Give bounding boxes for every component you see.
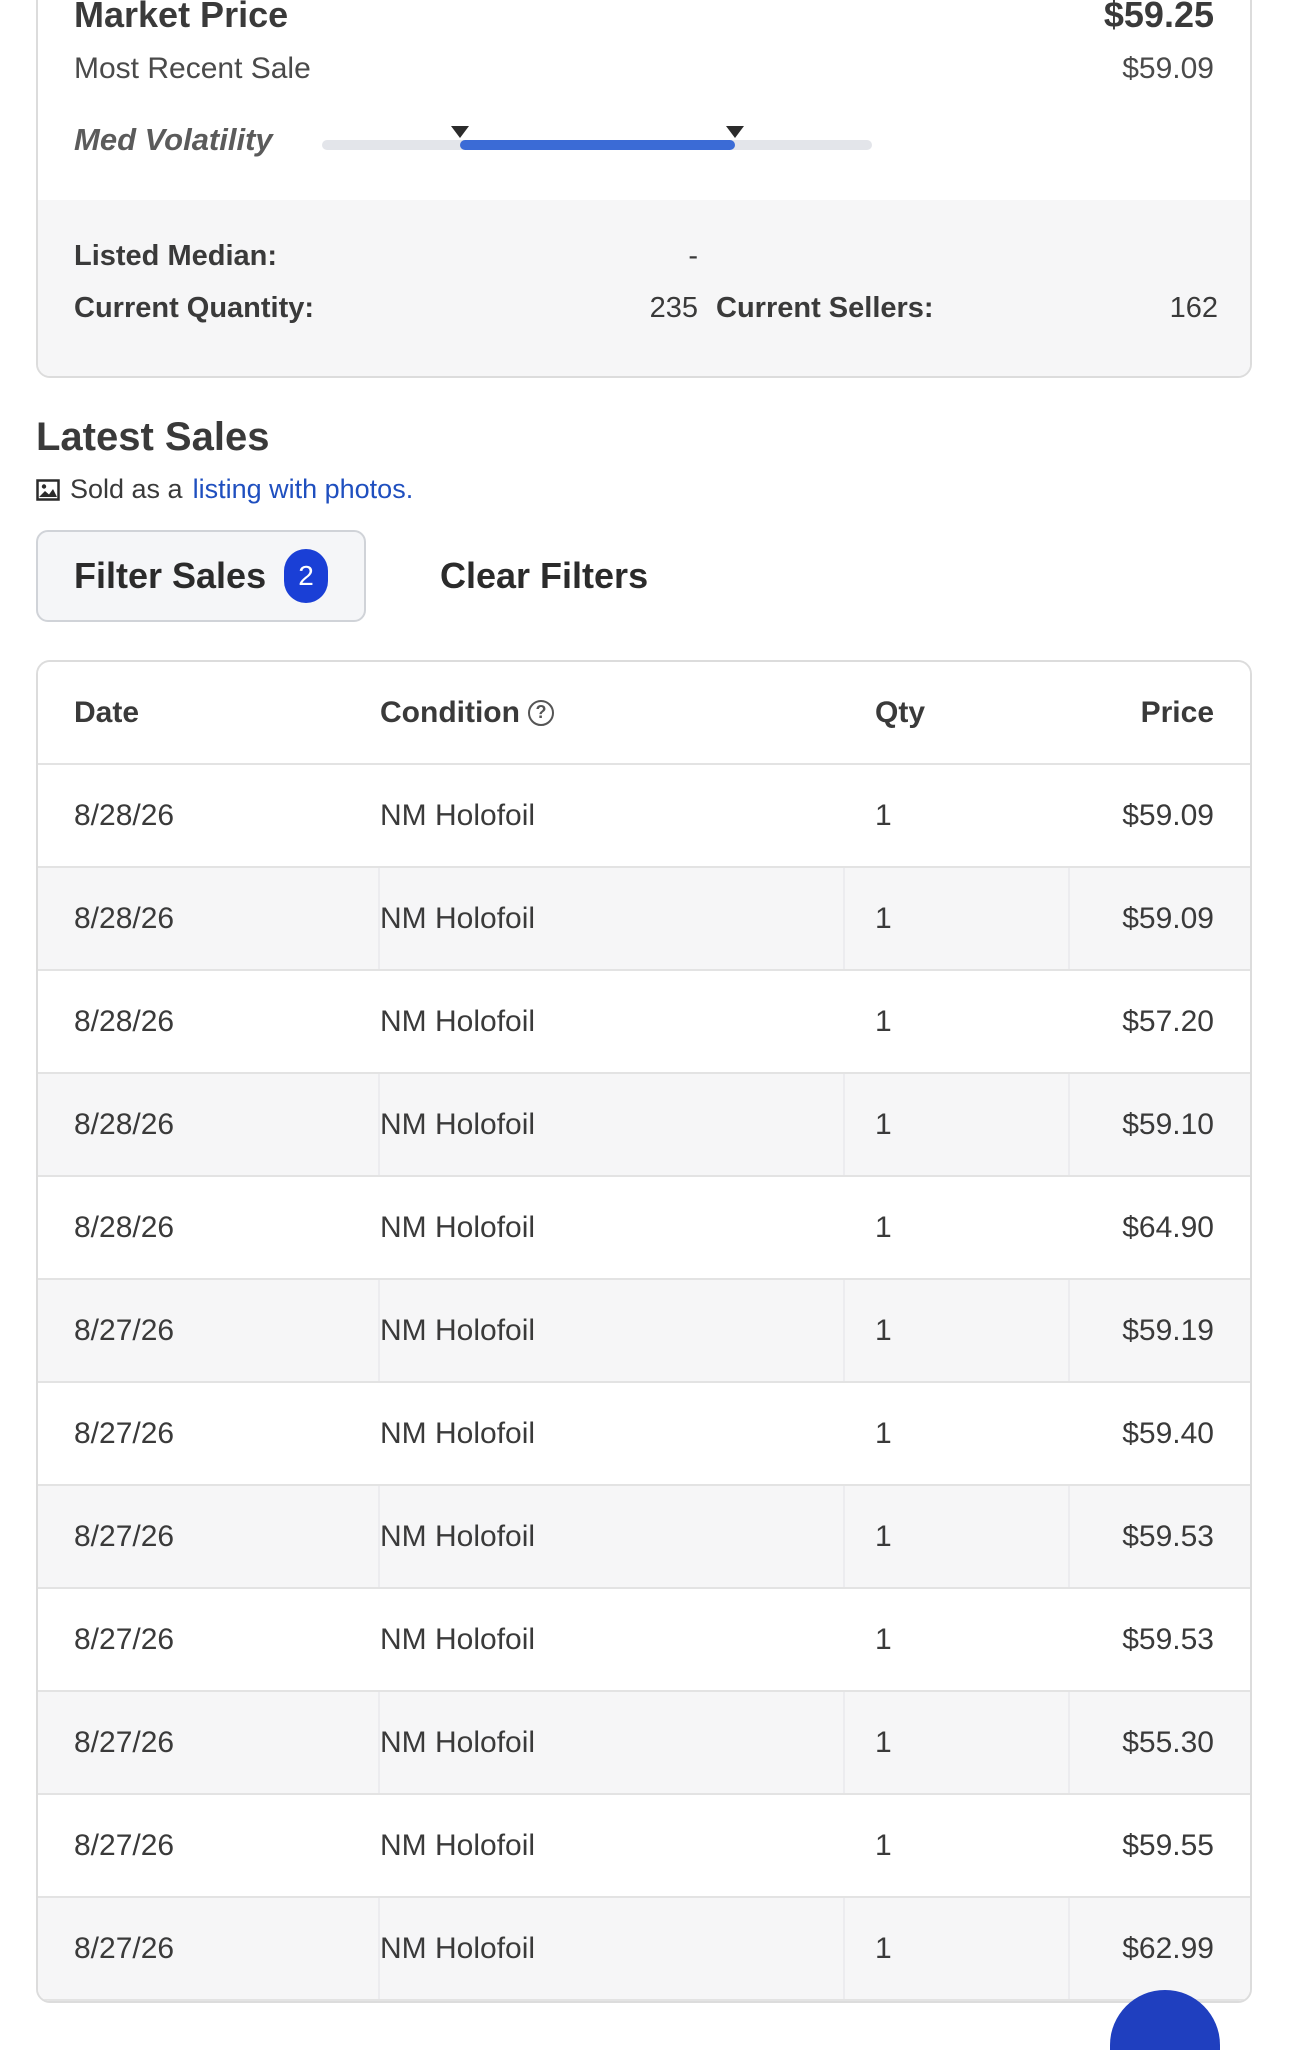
volatility-high-marker: [725, 126, 744, 138]
sale-condition: NM Holofoil: [378, 1486, 843, 1587]
sale-qty: 1: [843, 1898, 1068, 1999]
table-row: 8/28/26 NM Holofoil 1 $57.20: [38, 971, 1250, 1074]
sale-date: 8/27/26: [74, 1622, 175, 1656]
sale-qty: 1: [875, 1622, 892, 1656]
sale-price: $62.99: [1068, 1898, 1250, 1999]
sale-condition: NM Holofoil: [380, 1622, 536, 1656]
sale-qty: 1: [875, 1004, 892, 1038]
volatility-label: Med Volatility: [74, 122, 273, 157]
sale-price: $59.19: [1068, 1280, 1250, 1381]
market-price-value: $59.25: [1103, 0, 1214, 35]
sold-note-prefix: Sold as a: [70, 474, 183, 504]
sale-price: $59.40: [1122, 1416, 1214, 1450]
volatility-track: [322, 126, 872, 150]
sale-price: $59.55: [1122, 1828, 1214, 1862]
sale-qty: 1: [875, 798, 892, 832]
table-row: 8/27/26 NM Holofoil 1 $55.30: [38, 1692, 1250, 1795]
sale-price: $59.53: [1122, 1622, 1214, 1656]
sale-date: 8/28/26: [74, 1210, 175, 1244]
market-price-row: Market Price $59.25: [74, 0, 1214, 36]
column-qty: Qty: [875, 695, 926, 729]
sale-price: $57.20: [1122, 1004, 1214, 1038]
filter-sales-label: Filter Sales: [74, 555, 267, 596]
sale-date: 8/27/26: [74, 1313, 175, 1347]
sale-condition: NM Holofoil: [378, 1898, 843, 1999]
sale-date: 8/28/26: [74, 901, 175, 935]
volatility-range-fill: [459, 140, 735, 150]
sale-qty: 1: [875, 1416, 892, 1450]
sale-qty: 1: [843, 1486, 1068, 1587]
sale-date: 8/27/26: [74, 1725, 175, 1759]
table-row: 8/27/26 NM Holofoil 1 $62.99: [38, 1898, 1250, 2001]
current-sellers-value: 162: [1169, 292, 1218, 324]
listing-stats: Listed Median: - Current Quantity: 235 C…: [38, 200, 1250, 376]
current-sellers-label: Current Sellers:: [716, 292, 934, 324]
sale-condition: NM Holofoil: [378, 868, 843, 969]
recent-sale-row: Most Recent Sale $59.09: [74, 52, 1214, 86]
column-price: Price: [1140, 695, 1214, 729]
recent-sale-value: $59.09: [1122, 52, 1214, 85]
help-circle-icon[interactable]: ?: [527, 699, 554, 726]
listed-median-label: Listed Median:: [74, 240, 278, 272]
sale-date: 8/28/26: [74, 798, 175, 832]
sale-date: 8/27/26: [74, 1519, 175, 1553]
sale-condition: NM Holofoil: [380, 1828, 536, 1862]
sale-price: $59.53: [1068, 1486, 1250, 1587]
sale-condition: NM Holofoil: [380, 1416, 536, 1450]
filter-count-badge: 2: [284, 549, 329, 603]
sale-date: 8/28/26: [74, 1004, 175, 1038]
table-row: 8/27/26 NM Holofoil 1 $59.40: [38, 1383, 1250, 1486]
sale-price: $64.90: [1122, 1210, 1214, 1244]
column-condition-label: Condition: [380, 695, 520, 729]
sale-qty: 1: [843, 868, 1068, 969]
image-icon: [36, 478, 60, 501]
sale-date: 8/27/26: [74, 1828, 175, 1862]
sale-qty: 1: [843, 1074, 1068, 1175]
table-row: 8/28/26 NM Holofoil 1 $64.90: [38, 1177, 1250, 1280]
sale-condition: NM Holofoil: [380, 1004, 536, 1038]
sale-price: $59.10: [1068, 1074, 1250, 1175]
sale-price: $59.09: [1122, 798, 1214, 832]
column-condition: Condition ?: [378, 662, 843, 763]
table-row: 8/27/26 NM Holofoil 1 $59.55: [38, 1795, 1250, 1898]
price-summary-card: Market Price $59.25 Most Recent Sale $59…: [36, 0, 1252, 378]
sale-qty: 1: [875, 1210, 892, 1244]
table-row: 8/28/26 NM Holofoil 1 $59.09: [38, 868, 1250, 971]
volatility-low-marker: [450, 126, 469, 138]
table-row: 8/28/26 NM Holofoil 1 $59.09: [38, 765, 1250, 868]
recent-sale-label: Most Recent Sale: [74, 52, 311, 85]
clear-filters-button[interactable]: Clear Filters: [440, 555, 648, 597]
sale-price: $55.30: [1068, 1692, 1250, 1793]
latest-sales-title: Latest Sales: [36, 415, 270, 459]
current-quantity-value: 235: [649, 292, 698, 324]
sale-qty: 1: [843, 1280, 1068, 1381]
column-date: Date: [74, 695, 140, 729]
sale-qty: 1: [875, 1828, 892, 1862]
sale-date: 8/27/26: [74, 1416, 175, 1450]
filter-sales-button[interactable]: Filter Sales 2: [36, 530, 366, 622]
table-row: 8/27/26 NM Holofoil 1 $59.19: [38, 1280, 1250, 1383]
latest-sales-table: Date Condition ? Qty Price 8/28/26 NM Hol…: [36, 660, 1252, 2003]
table-header: Date Condition ? Qty Price: [38, 662, 1250, 765]
sale-condition: NM Holofoil: [378, 1280, 843, 1381]
listing-with-photos-link[interactable]: listing with photos.: [193, 474, 414, 505]
table-row: 8/28/26 NM Holofoil 1 $59.10: [38, 1074, 1250, 1177]
sale-date: 8/27/26: [74, 1931, 175, 1965]
sold-note: Sold as a listing with photos.: [36, 474, 413, 505]
market-price-label: Market Price: [74, 0, 289, 35]
sale-condition: NM Holofoil: [380, 798, 536, 832]
sale-condition: NM Holofoil: [380, 1210, 536, 1244]
table-row: 8/27/26 NM Holofoil 1 $59.53: [38, 1589, 1250, 1692]
sale-condition: NM Holofoil: [378, 1074, 843, 1175]
sale-price: $59.09: [1068, 868, 1250, 969]
current-quantity-label: Current Quantity:: [74, 292, 315, 324]
sale-qty: 1: [843, 1692, 1068, 1793]
listed-median-value: -: [688, 240, 698, 272]
sale-condition: NM Holofoil: [378, 1692, 843, 1793]
table-row: 8/27/26 NM Holofoil 1 $59.53: [38, 1486, 1250, 1589]
sale-date: 8/28/26: [74, 1107, 175, 1141]
